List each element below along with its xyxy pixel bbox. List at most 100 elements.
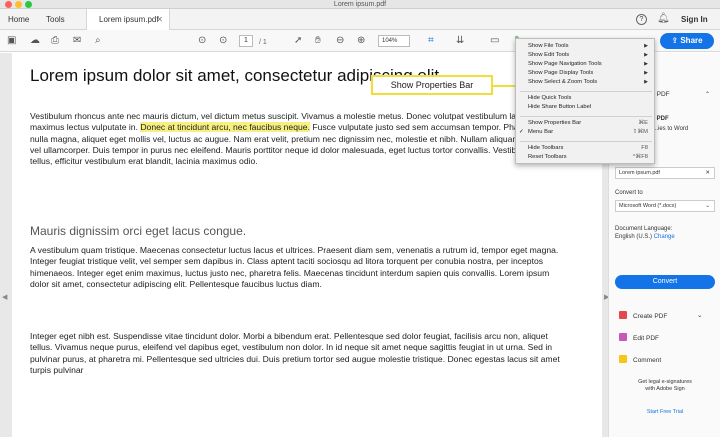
change-language-link[interactable]: Change: [654, 234, 675, 240]
zoom-in-icon[interactable]: ⊕: [357, 35, 365, 47]
convert-format-value: Microsoft Word (*.docx): [619, 203, 677, 209]
share-button[interactable]: ⇪ Share: [660, 33, 714, 49]
zoom-level-select[interactable]: 104%: [378, 35, 410, 47]
share-icon: ⇪: [671, 36, 681, 45]
callout-label: Show Properties Bar: [371, 75, 493, 95]
tool-edit-pdf[interactable]: Edit PDF: [619, 333, 659, 344]
doc-language-row: English (U.S.) Change: [615, 233, 675, 241]
submenu-arrow-icon: ▶: [644, 43, 648, 49]
menu-item-hide-share-button-label[interactable]: Hide Share Button Label: [528, 104, 652, 111]
scroll-mode-icon[interactable]: ⇊: [456, 35, 464, 47]
left-pane-toggle-icon[interactable]: ◀: [2, 293, 7, 301]
tab-home[interactable]: Home: [8, 9, 29, 30]
email-icon[interactable]: ✉: [73, 35, 81, 47]
page-number-input[interactable]: 1: [239, 35, 253, 47]
selected-file-field: Lorem ipsum.pdf ✕: [615, 167, 715, 179]
help-icon[interactable]: ?: [636, 14, 647, 25]
promo-line-2: with Adobe Sign: [645, 386, 685, 392]
start-free-trial-link[interactable]: Start Free Trial: [609, 408, 720, 416]
menu-item-show-file-tools[interactable]: Show File Tools ▶: [528, 43, 652, 50]
highlighted-text: Donec at tincidunt arcu, nec faucibus ne…: [140, 122, 310, 133]
export-pdf-title: t PDF: [653, 91, 670, 98]
menu-separator: [520, 141, 652, 142]
comment-icon[interactable]: ▭: [490, 35, 499, 47]
menu-item-shortcut: ^⌘F8: [632, 154, 648, 160]
tab-tools[interactable]: Tools: [46, 9, 65, 30]
toolbar-context-menu: Show File Tools ▶ Show Edit Tools ▶ Show P…: [515, 38, 655, 164]
menu-item-menu-bar[interactable]: ✓ Menu Bar ⇧⌘M: [519, 129, 652, 136]
tool-edit-pdf-label: Edit PDF: [633, 335, 660, 342]
edit-pdf-icon: [619, 333, 627, 341]
tool-comment[interactable]: Comment: [619, 355, 661, 366]
menu-item-label: Hide Share Button Label: [528, 104, 592, 110]
next-page-icon[interactable]: ⊙: [219, 35, 227, 47]
document-paragraph-3: Integer eget nibh est. Suspendisse vitae…: [30, 331, 560, 375]
selected-file-name: Lorem ipsum.pdf: [619, 170, 660, 176]
tool-create-pdf[interactable]: Create PDF ⌄: [619, 311, 702, 322]
submenu-arrow-icon: ▶: [644, 61, 648, 67]
menu-item-label: Menu Bar: [528, 129, 554, 135]
menu-item-label: Show Select & Zoom Tools: [528, 79, 598, 85]
tool-comment-label: Comment: [633, 357, 662, 364]
menu-item-shortcut: F8: [641, 145, 648, 151]
menu-item-show-edit-tools[interactable]: Show Edit Tools ▶: [528, 52, 652, 59]
notifications-bell-icon[interactable]: 🔔︎: [657, 13, 670, 24]
export-description: ...ies to Word: [653, 126, 689, 132]
menu-item-label: Show File Tools: [528, 43, 569, 49]
menu-item-label: Hide Quick Tools: [528, 95, 572, 101]
menu-item-shortcut: ⌘E: [638, 120, 648, 126]
close-tab-icon[interactable]: ✕: [156, 9, 163, 30]
menu-item-label: Hide Toolbars: [528, 145, 564, 151]
upload-cloud-icon[interactable]: ☁: [30, 35, 40, 47]
chevron-down-icon: ⌄: [705, 203, 710, 209]
menu-item-shortcut: ⇧⌘M: [632, 129, 648, 135]
select-cursor-icon[interactable]: ➚: [294, 35, 302, 47]
tool-create-pdf-label: Create PDF: [633, 313, 668, 320]
submenu-arrow-icon: ▶: [644, 52, 648, 58]
document-paragraph-2: A vestibulum quam tristique. Maecenas co…: [30, 245, 559, 289]
page-total: / 1: [259, 39, 267, 46]
menu-item-label: Show Edit Tools: [528, 52, 570, 58]
document-paragraph-1: Vestibulum rhoncus ante nec mauris dictu…: [30, 111, 560, 167]
tab-document[interactable]: Lorem ipsum.pdf ✕: [86, 9, 170, 30]
menu-item-label: Show Properties Bar: [528, 120, 582, 126]
menu-item-label: Reset Toolbars: [528, 154, 567, 160]
previous-page-icon[interactable]: ⊙: [198, 35, 206, 47]
tab-document-label: Lorem ipsum.pdf: [99, 15, 159, 24]
crop-tool-icon[interactable]: ⌗: [428, 35, 434, 47]
doc-language-value: English (U.S.): [615, 234, 653, 240]
tool-options-chevron-icon[interactable]: ⌄: [697, 311, 702, 321]
title-bar: Lorem ipsum.pdf: [0, 0, 720, 9]
remove-file-icon[interactable]: ✕: [705, 168, 710, 178]
window-title: Lorem ipsum.pdf: [333, 1, 387, 8]
sign-in-button[interactable]: Sign In: [681, 9, 708, 30]
hand-tool-icon[interactable]: ✋︎: [315, 35, 321, 47]
submenu-arrow-icon: ▶: [644, 79, 648, 85]
menu-item-label: Show Page Navigation Tools: [528, 61, 602, 67]
menu-item-label: Show Page Display Tools: [528, 70, 594, 76]
print-icon[interactable]: ⎙: [51, 35, 59, 47]
export-pdf-heading: t PDF: [653, 116, 669, 122]
convert-button[interactable]: Convert: [615, 275, 715, 289]
document-subheading: Mauris dignissim orci eget lacus congue.: [30, 224, 247, 238]
doc-language-label: Document Language:: [615, 226, 673, 232]
zoom-out-icon[interactable]: ⊖: [336, 35, 344, 47]
menu-item-show-properties-bar[interactable]: Show Properties Bar ⌘E: [528, 120, 652, 127]
convert-format-select[interactable]: Microsoft Word (*.docx) ⌄: [615, 200, 715, 212]
tab-bar: Home Tools Lorem ipsum.pdf ✕ ? 🔔︎ Sign I…: [0, 9, 720, 30]
convert-to-label: Convert to: [615, 190, 643, 196]
menu-item-reset-toolbars[interactable]: Reset Toolbars ^⌘F8: [528, 154, 652, 161]
menu-separator: [520, 91, 652, 92]
share-button-label: Share: [680, 36, 703, 45]
menu-item-show-page-navigation-tools[interactable]: Show Page Navigation Tools ▶: [528, 61, 652, 68]
save-icon[interactable]: ▣: [7, 35, 16, 47]
menu-item-show-page-display-tools[interactable]: Show Page Display Tools ▶: [528, 70, 652, 77]
menu-item-show-select-zoom-tools[interactable]: Show Select & Zoom Tools ▶: [528, 79, 652, 86]
menu-item-hide-toolbars[interactable]: Hide Toolbars F8: [528, 145, 652, 152]
create-pdf-icon: [619, 311, 627, 319]
comment-tool-icon: [619, 355, 627, 363]
collapse-panel-icon[interactable]: ⌃: [705, 91, 710, 99]
search-icon[interactable]: ⌕: [95, 35, 101, 47]
submenu-arrow-icon: ▶: [644, 70, 648, 76]
menu-item-hide-quick-tools[interactable]: Hide Quick Tools: [528, 95, 652, 102]
